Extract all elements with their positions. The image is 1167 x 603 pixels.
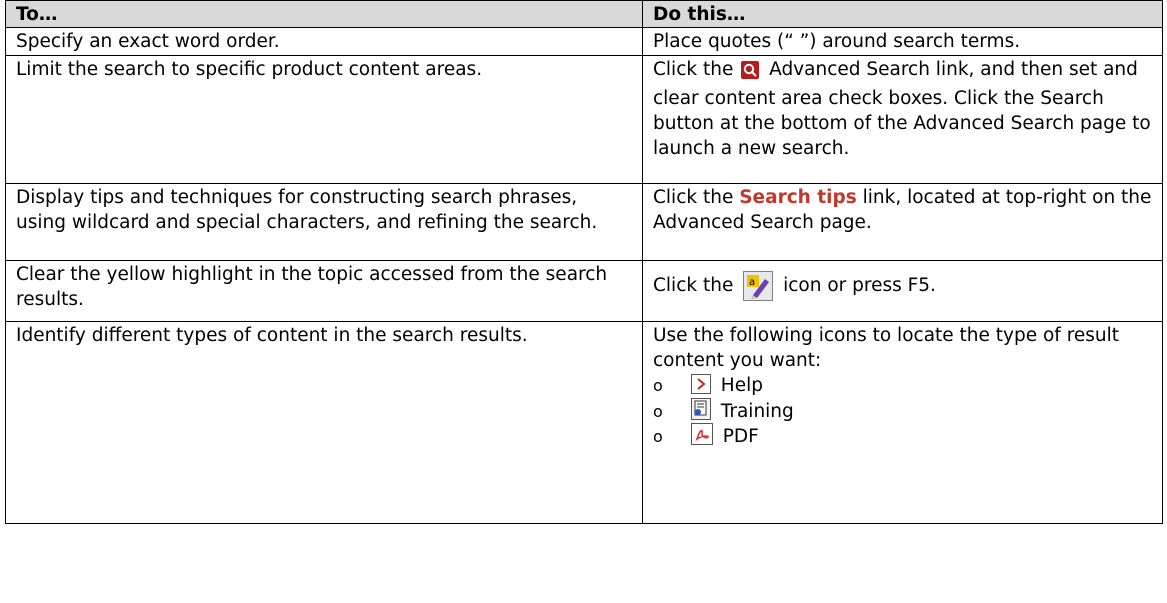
list-item-label: Help <box>720 375 763 396</box>
cell-to: Identify different types of content in t… <box>5 321 643 524</box>
do-suffix: icon or press F5. <box>783 275 936 296</box>
search-tips-link[interactable]: Search tips <box>739 187 857 208</box>
do-prefix: Click the <box>653 59 734 80</box>
cell-do: Click the a icon or press F5. <box>642 260 1163 322</box>
cell-do: Use the following icons to locate the ty… <box>642 321 1163 524</box>
table-row: Limit the search to specific product con… <box>5 55 1163 184</box>
list-item-label: PDF <box>722 426 759 447</box>
list-item-label: Training <box>720 401 794 422</box>
list-item: o PDF <box>653 423 1152 448</box>
cell-do: Place quotes (“ ”) around search terms. <box>642 27 1163 56</box>
help-topic-icon <box>690 374 711 401</box>
table-row: Display tips and techniques for construc… <box>5 183 1163 261</box>
do-prefix: Click the <box>653 275 734 296</box>
table-header-row: To… Do this… <box>5 0 1163 28</box>
cell-to: Specify an exact word order. <box>5 27 643 56</box>
cell-do: Click the Search tips link, located at t… <box>642 183 1163 261</box>
pdf-icon <box>690 423 713 452</box>
cell-do: Click the Advanced Search link, and then… <box>642 55 1163 184</box>
table-row: Identify different types of content in t… <box>5 321 1163 524</box>
cell-to: Limit the search to specific product con… <box>5 55 643 184</box>
do-intro: Use the following icons to locate the ty… <box>653 325 1120 371</box>
cell-to: Display tips and techniques for construc… <box>5 183 643 261</box>
search-tips-table: To… Do this… Specify an exact word order… <box>5 0 1163 524</box>
bullet: o <box>653 427 663 446</box>
bullet: o <box>653 402 663 421</box>
table-row: Specify an exact word order. Place quote… <box>5 27 1163 56</box>
bullet: o <box>653 376 663 395</box>
do-prefix: Click the <box>653 187 734 208</box>
content-type-list: o Help o Training o PDF <box>653 373 1152 448</box>
advanced-search-icon[interactable] <box>741 61 760 86</box>
table-row: Clear the yellow highlight in the topic … <box>5 260 1163 322</box>
list-item: o Help <box>653 373 1152 398</box>
list-item: o Training <box>653 398 1152 423</box>
header-to: To… <box>5 0 643 28</box>
clear-highlight-icon[interactable]: a <box>743 271 774 308</box>
header-do-this: Do this… <box>642 0 1163 28</box>
svg-text:a: a <box>749 277 755 288</box>
cell-to: Clear the yellow highlight in the topic … <box>5 260 643 322</box>
